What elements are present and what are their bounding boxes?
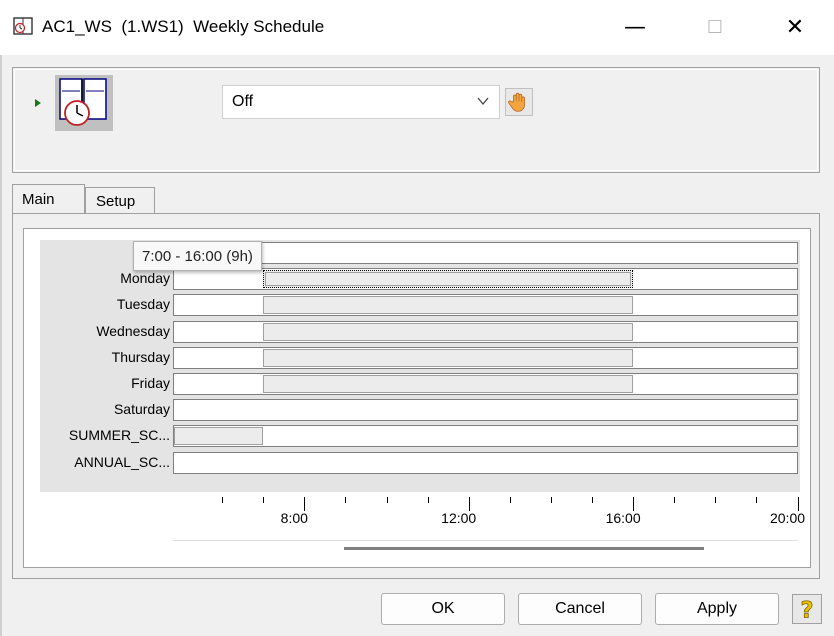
row-label: Friday [131,375,170,391]
hand-icon [508,92,525,112]
chevron-down-icon[interactable] [476,94,490,108]
row-label: SUMMER_SC... [68,427,170,444]
row-label: Tuesday [116,296,170,313]
window-title: AC1_WS (1.WS1) Weekly Schedule [42,17,325,36]
axis-tick-label: 12:00 [441,510,477,526]
minor-tick [386,497,388,503]
schedule-time-block[interactable] [174,427,264,446]
schedule-time-block[interactable] [263,375,634,393]
schedule-row-track[interactable] [173,399,798,422]
horizontal-scrollbar[interactable] [344,547,704,550]
schedule-row-track[interactable] [173,451,798,474]
minor-tick [222,497,224,503]
minor-tick [427,497,429,503]
axis-baseline [173,540,798,541]
mode-dropdown-value: Off [232,93,254,110]
minimize-button[interactable]: — [600,0,670,55]
window-border [0,55,2,636]
arrow-right-icon [35,99,41,107]
axis-tick-label: 8:00 [280,510,308,526]
override-button[interactable] [505,88,533,116]
schedule-time-block[interactable] [263,348,634,367]
question-help-icon: ? [800,597,814,624]
row-label: Saturday [113,401,170,418]
weekly-schedule-clock-icon [55,75,113,131]
major-tick [468,497,470,511]
major-tick [304,497,306,511]
tab-main-label: Main [22,191,55,208]
calendar-clock-icon [13,17,33,35]
row-label: ANNUAL_SC... [74,453,170,470]
help-button[interactable]: ? [792,594,822,624]
axis-tick-label: 20:00 [769,510,806,526]
axis-tick-label: 16:00 [605,510,641,526]
minor-tick [674,497,676,503]
tab-setup-label: Setup [96,193,136,210]
time-tooltip: 7:00 - 16:00 (9h) [133,241,262,271]
close-icon: ✕ [785,15,805,40]
minor-tick [345,497,347,503]
apply-button[interactable]: Apply [655,593,779,625]
schedule-time-block[interactable] [263,270,634,289]
schedule-time-block[interactable] [263,322,634,341]
major-tick [633,497,635,511]
mode-dropdown[interactable] [222,85,500,119]
cancel-button[interactable]: Cancel [518,593,642,625]
minor-tick [592,497,593,503]
minor-tick [509,497,511,503]
major-tick [797,497,799,511]
row-label: Thursday [111,348,170,365]
schedule-time-block[interactable] [263,296,634,315]
minor-tick [756,497,758,503]
svg-text:?: ? [801,597,814,623]
maximize-button[interactable]: ☐ [680,0,750,55]
schedule-row-track[interactable] [173,425,798,448]
minor-tick [263,497,265,503]
ok-button[interactable]: OK [381,593,505,625]
schedule-row-track[interactable] [173,242,798,264]
row-label: Monday [120,270,170,287]
close-button[interactable]: ✕ [760,0,830,55]
minor-tick [550,497,552,503]
maximize-icon: ☐ [706,17,724,38]
row-label: Wednesday [96,322,170,339]
minimize-icon: — [624,15,646,40]
minor-tick [715,497,717,503]
